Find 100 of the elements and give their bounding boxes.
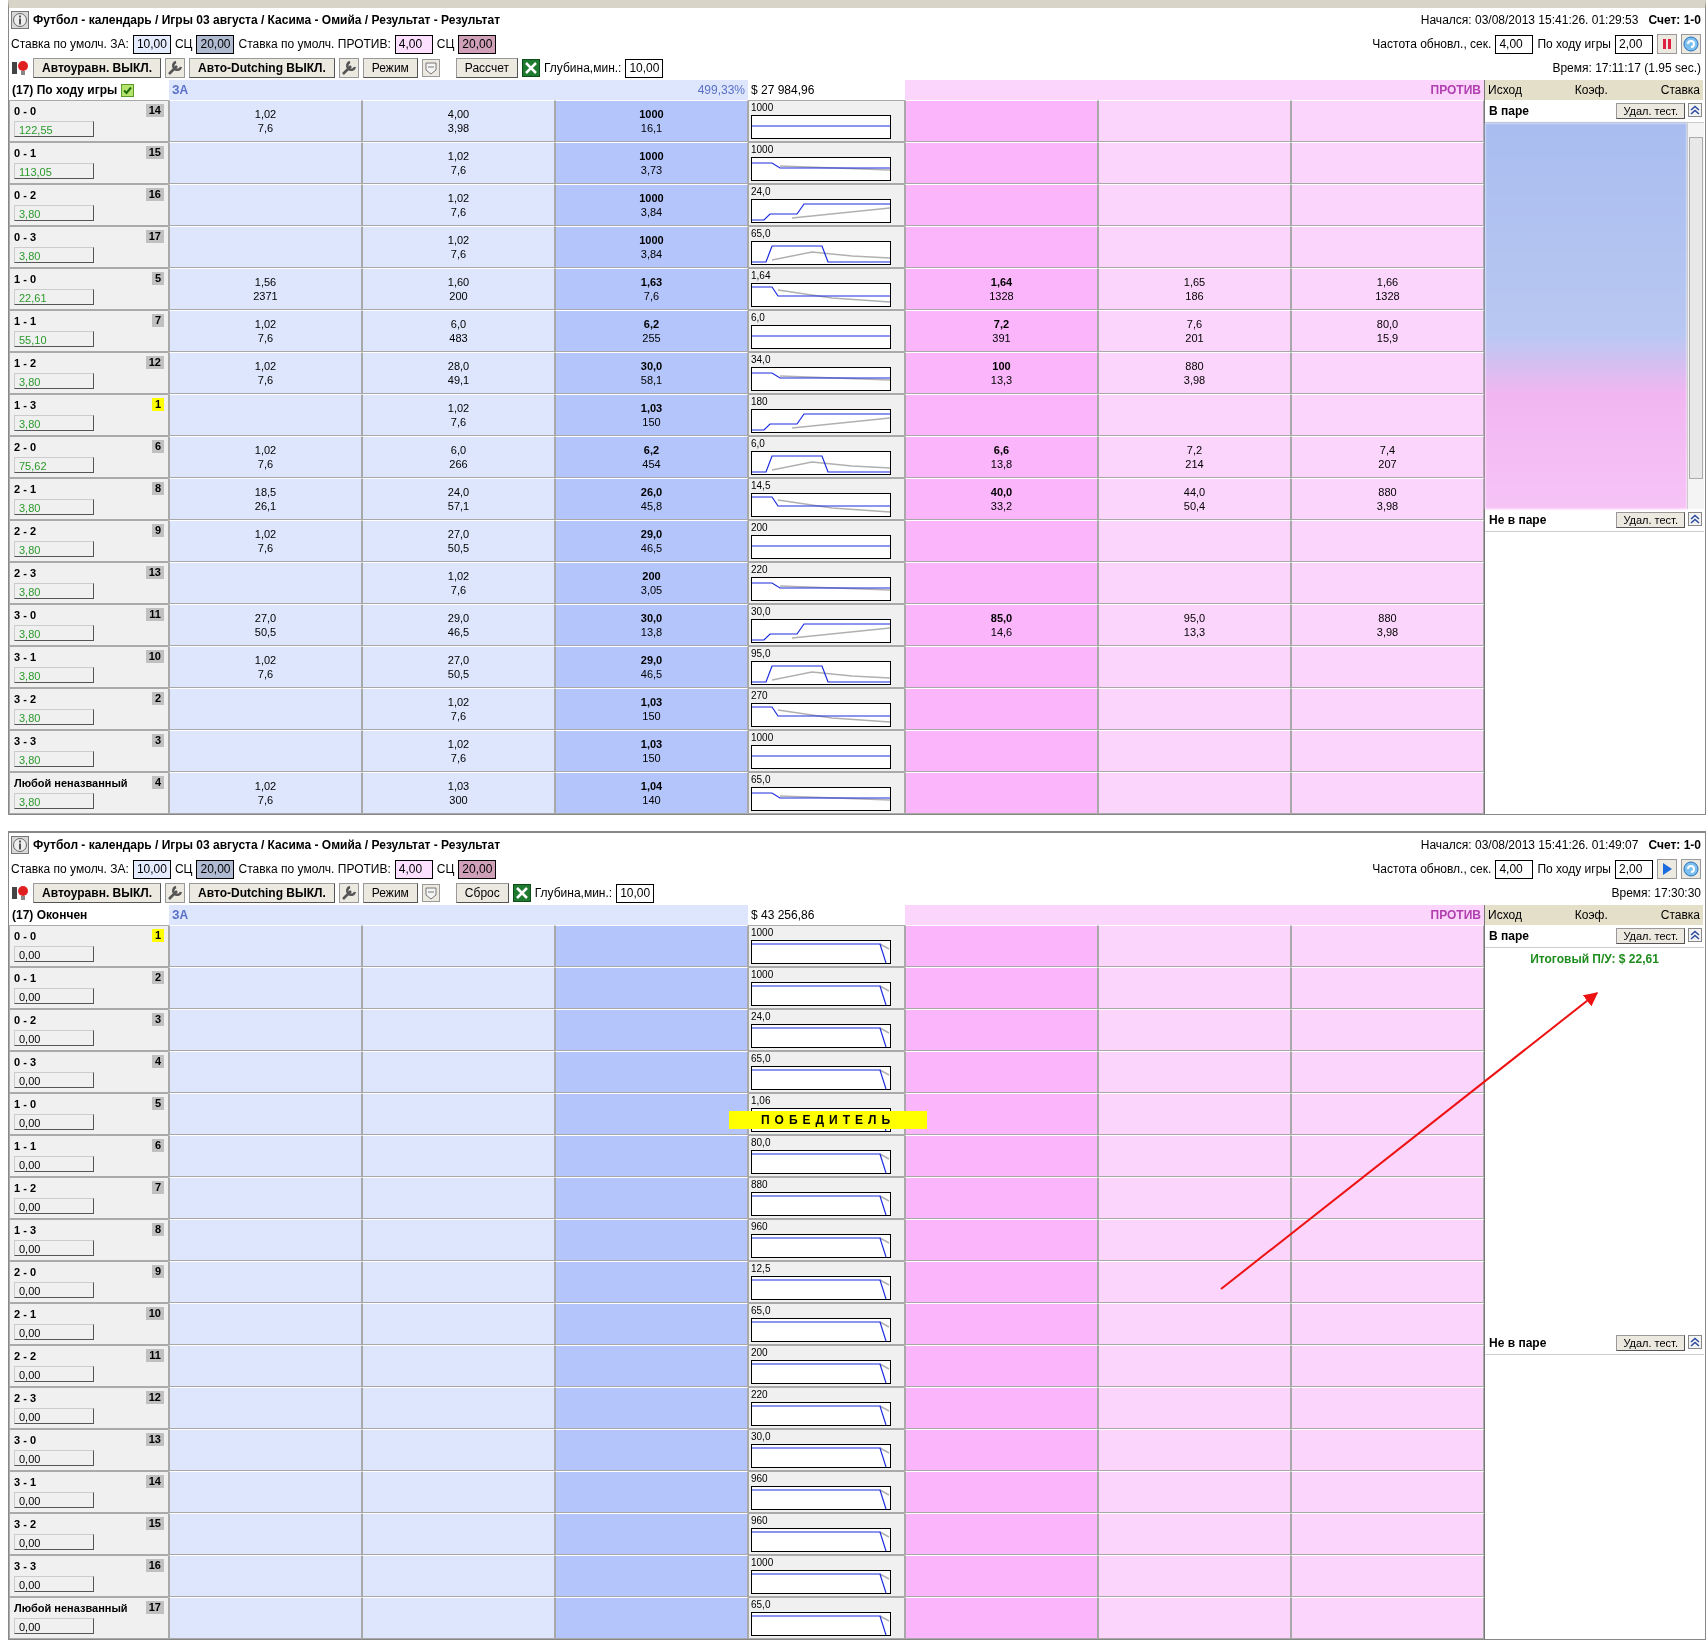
runner-cell[interactable]: 2 - 0 9 0,00 — [9, 1261, 169, 1303]
action-button[interactable]: Рассчет — [455, 58, 518, 78]
price-cell[interactable]: 18,5 26,1 — [169, 478, 362, 520]
price-cell[interactable] — [169, 184, 362, 226]
price-cell[interactable] — [1291, 520, 1484, 562]
price-cell[interactable] — [905, 562, 1098, 604]
price-cell[interactable] — [362, 1597, 555, 1639]
price-cell[interactable] — [1098, 730, 1291, 772]
price-cell[interactable] — [1098, 1261, 1291, 1303]
runner-cell[interactable]: 0 - 2 16 3,80 — [9, 184, 169, 226]
price-cell[interactable] — [169, 562, 362, 604]
price-cell[interactable] — [555, 1303, 748, 1345]
runner-cell[interactable]: 3 - 1 14 0,00 — [9, 1471, 169, 1513]
runner-cell[interactable]: Любой неназванный 4 3,80 — [9, 772, 169, 814]
price-cell[interactable] — [169, 1261, 362, 1303]
price-cell[interactable] — [1098, 1051, 1291, 1093]
price-cell[interactable] — [905, 646, 1098, 688]
price-cell[interactable] — [362, 1177, 555, 1219]
wrench-icon[interactable] — [165, 58, 186, 78]
price-cell[interactable] — [1098, 1345, 1291, 1387]
runner-cell[interactable]: 2 - 1 8 3,80 — [9, 478, 169, 520]
price-cell[interactable] — [1098, 967, 1291, 1009]
price-cell[interactable] — [169, 1513, 362, 1555]
input-field[interactable]: 20,00 — [196, 34, 235, 54]
price-cell[interactable] — [1098, 1219, 1291, 1261]
price-cell[interactable] — [362, 1261, 555, 1303]
price-cell[interactable] — [905, 1303, 1098, 1345]
price-cell[interactable] — [362, 1093, 555, 1135]
refresh-button[interactable] — [1681, 34, 1701, 54]
collapse-icon[interactable] — [1688, 103, 1702, 117]
runner-cell[interactable]: 0 - 2 3 0,00 — [9, 1009, 169, 1051]
price-cell[interactable] — [905, 688, 1098, 730]
price-cell[interactable] — [362, 1513, 555, 1555]
price-cell[interactable] — [169, 1597, 362, 1639]
price-cell[interactable] — [1291, 562, 1484, 604]
price-cell[interactable]: 880 3,98 — [1098, 352, 1291, 394]
price-cell[interactable]: 7,4 207 — [1291, 436, 1484, 478]
price-cell[interactable] — [1291, 352, 1484, 394]
price-cell[interactable] — [1098, 1555, 1291, 1597]
runner-cell[interactable]: 0 - 3 4 0,00 — [9, 1051, 169, 1093]
price-cell[interactable] — [169, 1009, 362, 1051]
price-cell[interactable]: 26,0 45,8 — [555, 478, 748, 520]
pause-button[interactable] — [1657, 34, 1677, 54]
price-cell[interactable] — [169, 967, 362, 1009]
runner-cell[interactable]: 3 - 0 13 0,00 — [9, 1429, 169, 1471]
price-cell[interactable]: 7,2 391 — [905, 310, 1098, 352]
price-cell[interactable] — [1098, 394, 1291, 436]
price-cell[interactable]: 29,0 46,5 — [555, 520, 748, 562]
runner-cell[interactable]: 3 - 0 11 3,80 — [9, 604, 169, 646]
input-field[interactable]: 10,00 — [625, 58, 664, 78]
input-field[interactable]: 10,00 — [132, 859, 171, 879]
runner-cell[interactable]: 0 - 1 2 0,00 — [9, 967, 169, 1009]
price-cell[interactable] — [362, 1387, 555, 1429]
price-cell[interactable] — [905, 1555, 1098, 1597]
price-cell[interactable] — [1098, 1135, 1291, 1177]
price-cell[interactable] — [1291, 1597, 1484, 1639]
price-cell[interactable]: 1,02 7,6 — [169, 100, 362, 142]
price-cell[interactable] — [905, 1597, 1098, 1639]
price-cell[interactable] — [905, 730, 1098, 772]
autobalance-button[interactable]: Автоуравн. ВЫКЛ. — [33, 883, 162, 903]
price-cell[interactable] — [905, 1513, 1098, 1555]
price-cell[interactable] — [362, 1303, 555, 1345]
runner-cell[interactable]: 1 - 2 12 3,80 — [9, 352, 169, 394]
bulb-icon[interactable] — [11, 59, 29, 77]
collapse-icon[interactable] — [1688, 512, 1702, 526]
dutching-button[interactable]: Авто-Dutching ВЫКЛ. — [189, 58, 335, 78]
price-cell[interactable] — [905, 100, 1098, 142]
runner-cell[interactable]: 0 - 0 14 122,55 — [9, 100, 169, 142]
price-cell[interactable] — [1098, 562, 1291, 604]
runner-cell[interactable]: 0 - 1 15 113,05 — [9, 142, 169, 184]
price-cell[interactable]: 44,0 50,4 — [1098, 478, 1291, 520]
price-cell[interactable]: 1,04 140 — [555, 772, 748, 814]
runner-cell[interactable]: 2 - 3 13 3,80 — [9, 562, 169, 604]
runner-cell[interactable]: 2 - 2 11 0,00 — [9, 1345, 169, 1387]
wrench-icon[interactable] — [338, 58, 359, 78]
price-cell[interactable] — [1291, 184, 1484, 226]
price-cell[interactable] — [555, 1555, 748, 1597]
price-cell[interactable] — [1098, 184, 1291, 226]
input-field[interactable]: 2,00 — [1615, 34, 1653, 54]
price-cell[interactable]: 1,65 186 — [1098, 268, 1291, 310]
price-cell[interactable] — [555, 925, 748, 967]
price-cell[interactable] — [1098, 772, 1291, 814]
price-cell[interactable] — [555, 1051, 748, 1093]
price-cell[interactable] — [555, 1345, 748, 1387]
runner-cell[interactable]: 3 - 3 3 3,80 — [9, 730, 169, 772]
price-cell[interactable]: 1,56 2371 — [169, 268, 362, 310]
spreadsheet-icon[interactable] — [522, 59, 540, 77]
price-cell[interactable]: 1,03 150 — [555, 688, 748, 730]
price-cell[interactable]: 29,0 46,5 — [555, 646, 748, 688]
dutching-button[interactable]: Авто-Dutching ВЫКЛ. — [189, 883, 335, 903]
price-cell[interactable] — [1291, 1429, 1484, 1471]
price-cell[interactable]: 28,0 49,1 — [362, 352, 555, 394]
price-cell[interactable] — [1098, 1009, 1291, 1051]
autobalance-button[interactable]: Автоуравн. ВЫКЛ. — [33, 58, 162, 78]
price-cell[interactable]: 40,0 33,2 — [905, 478, 1098, 520]
input-field[interactable]: 4,00 — [394, 34, 433, 54]
price-cell[interactable]: 1,63 7,6 — [555, 268, 748, 310]
price-cell[interactable] — [905, 1009, 1098, 1051]
price-cell[interactable] — [1291, 646, 1484, 688]
price-cell[interactable] — [362, 1471, 555, 1513]
